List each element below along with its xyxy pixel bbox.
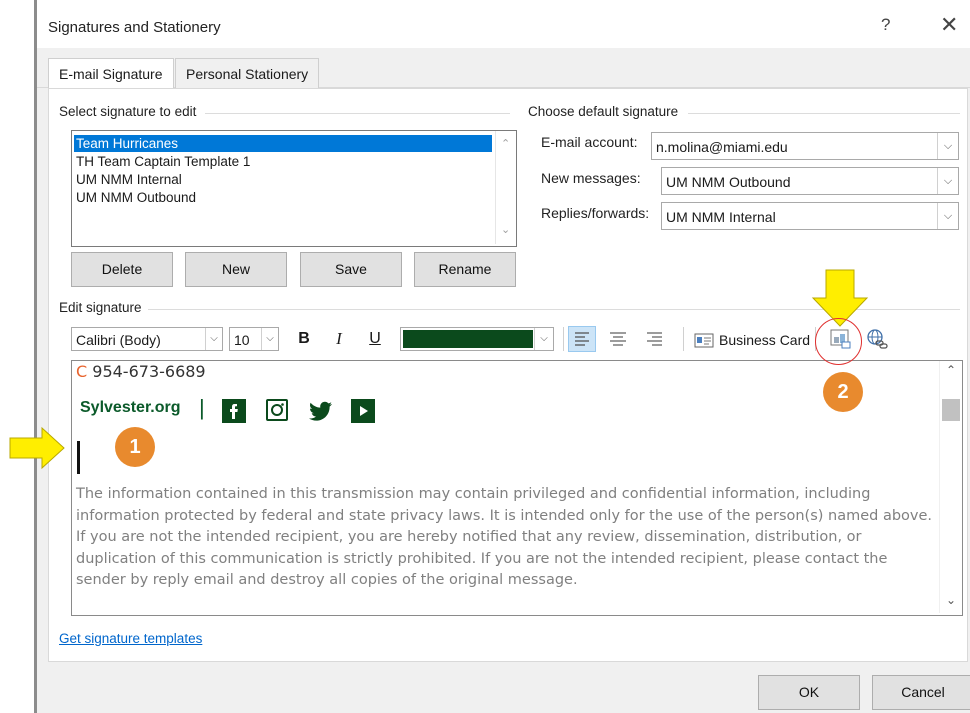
site-divider: | <box>199 395 205 420</box>
chevron-down-icon[interactable]: ⌵ <box>937 203 958 229</box>
site-link[interactable]: Sylvester.org <box>80 399 181 417</box>
scroll-down-icon[interactable]: ⌄ <box>946 593 956 607</box>
cancel-button[interactable]: Cancel <box>872 675 970 710</box>
color-swatch <box>403 330 533 348</box>
chevron-down-icon[interactable]: ⌵ <box>937 133 958 159</box>
list-item[interactable]: UM NMM Internal <box>74 171 492 188</box>
delete-button[interactable]: Delete <box>71 252 173 287</box>
dialog-title: Signatures and Stationery <box>48 19 221 36</box>
chevron-down-icon[interactable]: ⌵ <box>261 328 278 350</box>
bold-button[interactable]: B <box>292 327 316 351</box>
signature-templates-link[interactable]: Get signature templates <box>59 631 202 646</box>
replies-forwards-label: Replies/forwards: <box>541 205 650 221</box>
select-signature-label: Select signature to edit <box>59 104 197 119</box>
business-card-icon <box>694 333 714 348</box>
section-divider <box>205 113 510 114</box>
chevron-down-icon[interactable]: ⌵ <box>534 328 553 350</box>
italic-button[interactable]: I <box>327 327 351 351</box>
font-select[interactable]: Calibri (Body) ⌵ <box>71 327 223 351</box>
align-center-button[interactable] <box>605 327 631 351</box>
list-item[interactable]: UM NMM Outbound <box>74 189 492 206</box>
business-card-label: Business Card <box>719 332 811 348</box>
new-messages-select[interactable]: UM NMM Outbound ⌵ <box>661 167 959 195</box>
scroll-down-icon[interactable]: ⌄ <box>501 223 510 236</box>
align-left-icon <box>575 332 589 346</box>
scroll-up-icon[interactable]: ⌃ <box>946 363 956 377</box>
annotation-arrow-right <box>8 426 68 475</box>
email-account-select[interactable]: n.molina@miami.edu ⌵ <box>651 132 959 160</box>
list-item[interactable]: Team Hurricanes <box>74 135 492 152</box>
email-account-label: E-mail account: <box>541 134 638 150</box>
font-size-select[interactable]: 10 ⌵ <box>229 327 279 351</box>
annotation-badge-1: 1 <box>115 427 155 467</box>
align-center-icon <box>610 332 626 346</box>
section-divider <box>688 113 960 114</box>
save-button[interactable]: Save <box>300 252 402 287</box>
scroll-up-icon[interactable]: ⌃ <box>501 137 510 150</box>
annotation-highlight-circle <box>815 318 862 365</box>
align-right-icon <box>647 332 662 346</box>
list-item[interactable]: TH Team Captain Template 1 <box>74 153 492 170</box>
toolbar-separator <box>683 327 684 351</box>
font-color-select[interactable]: ⌵ <box>400 327 554 351</box>
underline-button[interactable]: U <box>363 327 387 351</box>
ok-button[interactable]: OK <box>758 675 860 710</box>
chevron-down-icon[interactable]: ⌵ <box>205 328 222 350</box>
rename-button[interactable]: Rename <box>414 252 516 287</box>
new-messages-label: New messages: <box>541 170 641 186</box>
replies-forwards-select[interactable]: UM NMM Internal ⌵ <box>661 202 959 230</box>
twitter-icon[interactable] <box>308 399 334 423</box>
close-button[interactable]: ✕ <box>940 12 958 38</box>
align-right-button[interactable] <box>642 327 668 351</box>
facebook-icon[interactable] <box>222 399 246 423</box>
instagram-icon[interactable] <box>265 398 289 422</box>
edit-signature-label: Edit signature <box>59 300 142 315</box>
phone-prefix: C <box>76 362 88 381</box>
list-scrollbar[interactable]: ⌃ ⌄ <box>495 131 516 244</box>
default-signature-label: Choose default signature <box>528 104 679 119</box>
signature-list[interactable]: Team Hurricanes TH Team Captain Template… <box>71 130 517 247</box>
annotation-badge-2: 2 <box>823 372 863 412</box>
phone-line: C 954-673-6689 <box>76 362 206 381</box>
background-window <box>0 0 34 713</box>
chevron-down-icon[interactable]: ⌵ <box>937 168 958 194</box>
tab-personal-stationery[interactable]: Personal Stationery <box>175 58 320 89</box>
toolbar-separator <box>563 327 564 351</box>
phone-number: 954-673-6689 <box>92 362 206 381</box>
youtube-icon[interactable] <box>351 399 375 423</box>
disclaimer-text: The information contained in this transm… <box>76 486 933 588</box>
editor-scrollbar[interactable]: ⌃ ⌄ <box>939 361 962 613</box>
tab-email-signature[interactable]: E-mail Signature <box>48 58 174 90</box>
align-left-button[interactable] <box>568 326 596 352</box>
help-button[interactable]: ? <box>881 15 890 35</box>
new-button[interactable]: New <box>185 252 287 287</box>
scroll-thumb[interactable] <box>942 399 960 421</box>
text-cursor <box>77 441 80 474</box>
